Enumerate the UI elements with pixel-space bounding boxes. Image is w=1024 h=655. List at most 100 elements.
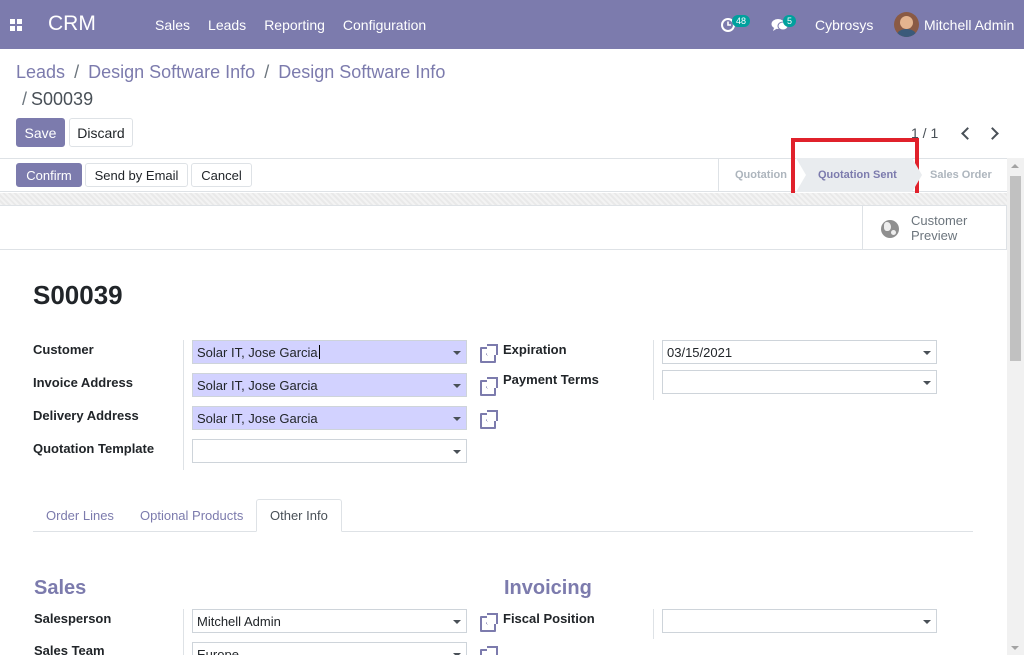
breadcrumb-separator: / <box>22 89 28 109</box>
sales-team-field[interactable]: Europe <box>192 642 467 655</box>
payment-terms-label: Payment Terms <box>503 372 599 387</box>
caret-down-icon[interactable] <box>923 620 931 624</box>
breadcrumb-current: / S00039 <box>22 89 93 110</box>
field-divider <box>183 609 184 655</box>
breadcrumb-separator: / <box>74 62 80 82</box>
main-menu: Sales Leads Reporting Configuration <box>155 17 444 33</box>
sales-group-title: Sales <box>34 577 87 599</box>
external-link-icon[interactable] <box>479 376 498 396</box>
status-step-label: Quotation <box>735 169 787 181</box>
salesperson-field[interactable]: Mitchell Admin <box>192 609 467 633</box>
salesperson-value: Mitchell Admin <box>197 613 281 629</box>
notebook-tabs: Order Lines Optional Products Other Info <box>33 499 973 532</box>
status-step-label: Quotation Sent <box>818 169 897 181</box>
field-divider <box>653 609 654 639</box>
scroll-up-arrow-icon[interactable] <box>1011 164 1019 168</box>
field-divider <box>183 340 184 470</box>
scroll-down-arrow-icon[interactable] <box>1011 646 1019 650</box>
menu-item-sales[interactable]: Sales <box>155 17 190 33</box>
caret-down-icon[interactable] <box>923 351 931 355</box>
quotation-template-field[interactable] <box>192 439 467 463</box>
fiscal-position-label: Fiscal Position <box>503 611 595 626</box>
customer-preview-button[interactable]: Customer Preview <box>862 206 1007 249</box>
invoice-address-value: Solar IT, Jose Garcia <box>197 377 318 393</box>
messages-button[interactable]: 5 <box>771 15 801 35</box>
avatar[interactable] <box>894 12 919 37</box>
delivery-address-label: Delivery Address <box>33 408 139 423</box>
menu-item-reporting[interactable]: Reporting <box>264 17 325 33</box>
breadcrumb-item-opportunity[interactable]: Design Software Info <box>278 62 445 82</box>
globe-icon <box>881 220 899 238</box>
status-step-quotation[interactable]: Quotation <box>718 158 796 192</box>
invoicing-group-title: Invoicing <box>504 577 592 599</box>
status-step-label: Sales Order <box>930 169 992 181</box>
discard-button[interactable]: Discard <box>69 118 133 147</box>
menu-item-configuration[interactable]: Configuration <box>343 17 426 33</box>
chevron-left-icon[interactable] <box>960 124 972 142</box>
breadcrumb-item-lead[interactable]: Design Software Info <box>88 62 255 82</box>
delivery-address-value: Solar IT, Jose Garcia <box>197 410 318 426</box>
company-switcher[interactable]: Cybrosys <box>815 17 873 33</box>
save-button[interactable]: Save <box>16 118 65 147</box>
cancel-button[interactable]: Cancel <box>191 163 252 187</box>
customer-preview-line2: Preview <box>911 228 958 243</box>
external-link-icon[interactable] <box>479 409 498 429</box>
tab-other-info[interactable]: Other Info <box>256 499 342 532</box>
salesperson-label: Salesperson <box>34 611 112 626</box>
customer-field[interactable]: Solar IT, Jose Garcia <box>192 340 467 364</box>
status-bar: Quotation Quotation Sent Sales Order <box>718 158 1007 192</box>
caret-down-icon[interactable] <box>453 620 461 624</box>
user-menu[interactable]: Mitchell Admin <box>924 17 1014 33</box>
customer-preview-label: Customer Preview <box>911 213 967 243</box>
activity-button[interactable]: 48 <box>720 15 751 35</box>
invoice-address-field[interactable]: Solar IT, Jose Garcia <box>192 373 467 397</box>
tab-order-lines[interactable]: Order Lines <box>46 499 114 532</box>
customer-preview-line1: Customer <box>911 213 968 228</box>
invoice-address-label: Invoice Address <box>33 375 133 390</box>
caret-down-icon[interactable] <box>453 351 461 355</box>
sales-team-label: Sales Team <box>34 643 105 655</box>
external-link-icon[interactable] <box>479 612 498 632</box>
caret-down-icon[interactable] <box>453 417 461 421</box>
external-link-icon[interactable] <box>479 343 498 363</box>
delivery-address-field[interactable]: Solar IT, Jose Garcia <box>192 406 467 430</box>
expiration-field[interactable]: 03/15/2021 <box>662 340 937 364</box>
activity-count-badge: 48 <box>732 15 751 27</box>
breadcrumb-separator: / <box>264 62 270 82</box>
page-title: S00039 <box>33 280 123 310</box>
customer-field-value: Solar IT, Jose Garcia <box>197 344 318 360</box>
confirm-button[interactable]: Confirm <box>16 163 82 187</box>
apps-menu-icon[interactable] <box>10 19 22 31</box>
field-divider <box>653 340 654 400</box>
status-step-sales-order[interactable]: Sales Order <box>912 158 1007 192</box>
app-brand[interactable]: CRM <box>48 12 96 36</box>
text-cursor <box>318 345 320 359</box>
caret-down-icon[interactable] <box>453 384 461 388</box>
breadcrumb-current-label: S00039 <box>31 89 94 109</box>
sheet-background <box>0 193 1007 206</box>
status-step-quotation-sent[interactable]: Quotation Sent <box>796 158 922 192</box>
pager-value[interactable]: 1 / 1 <box>911 125 938 141</box>
button-box <box>0 206 1007 250</box>
tab-optional-products[interactable]: Optional Products <box>140 499 243 532</box>
expiration-value: 03/15/2021 <box>667 344 733 360</box>
status-arrow <box>912 158 922 192</box>
external-link-icon[interactable] <box>479 645 498 655</box>
caret-down-icon[interactable] <box>923 381 931 385</box>
payment-terms-field[interactable] <box>662 370 937 394</box>
fiscal-position-field[interactable] <box>662 609 937 633</box>
quotation-template-label: Quotation Template <box>33 441 155 456</box>
chevron-right-icon[interactable] <box>988 124 1000 142</box>
menu-item-leads[interactable]: Leads <box>208 17 246 33</box>
breadcrumb-item-leads[interactable]: Leads <box>16 62 65 82</box>
expiration-label: Expiration <box>503 342 567 357</box>
scrollbar-thumb[interactable] <box>1010 176 1021 361</box>
send-by-email-button[interactable]: Send by Email <box>85 163 188 187</box>
breadcrumb: Leads / Design Software Info / Design So… <box>16 62 445 82</box>
sales-team-value: Europe <box>197 646 239 655</box>
message-count-badge: 5 <box>783 15 797 27</box>
customer-label: Customer <box>33 342 94 357</box>
caret-down-icon[interactable] <box>453 450 461 454</box>
top-navbar: CRM Sales Leads Reporting Configuration … <box>0 0 1024 49</box>
status-arrow <box>796 158 806 192</box>
